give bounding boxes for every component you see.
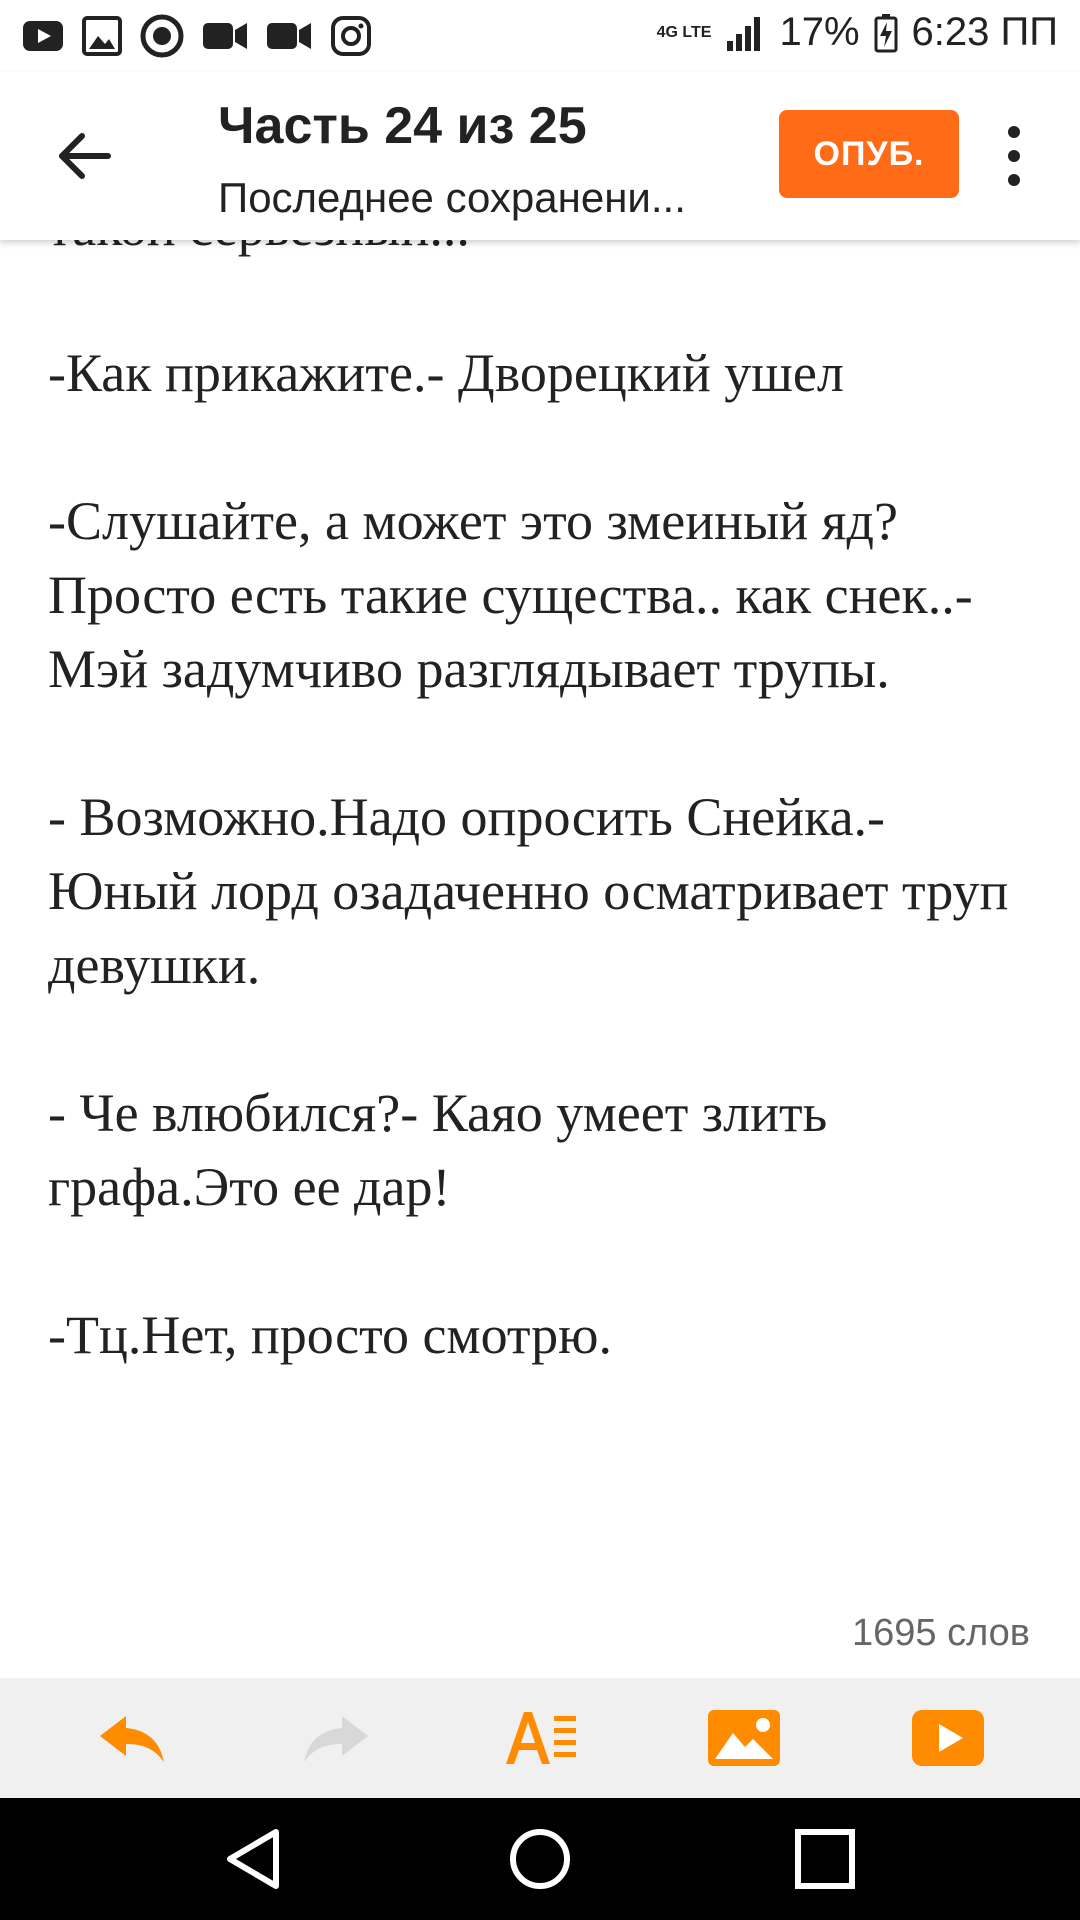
network-type: 4G LTE: [656, 23, 712, 41]
recents-square-icon: [795, 1829, 855, 1889]
story-paragraph[interactable]: -Как прикажите.- Дворецкий ушел: [48, 336, 1038, 410]
editor-toolbar: [0, 1678, 1080, 1798]
nav-back-button[interactable]: [220, 1824, 290, 1894]
arrow-left-icon: [59, 133, 111, 179]
insert-video-button[interactable]: [910, 1706, 986, 1770]
more-options-button[interactable]: [998, 120, 1030, 192]
undo-icon: [100, 1716, 164, 1762]
home-circle-icon: [510, 1829, 570, 1889]
text-format-icon: [506, 1712, 576, 1764]
story-paragraph[interactable]: -Слушайте, а может это змеиный яд?Просто…: [48, 484, 1038, 706]
app-bar: Часть 24 из 25 Последнее сохранени... ОП…: [0, 72, 1080, 240]
save-status: Последнее сохранени...: [218, 174, 686, 221]
signal-icon: [727, 16, 761, 51]
redo-button[interactable]: [298, 1706, 374, 1770]
back-button[interactable]: [52, 124, 116, 188]
insert-image-icon: [708, 1710, 780, 1766]
undo-button[interactable]: [94, 1706, 170, 1770]
publish-button[interactable]: ОПУБ.: [779, 110, 959, 198]
notification-icons: [22, 14, 372, 58]
battery-charging-icon: [874, 13, 898, 52]
story-paragraph[interactable]: - Че влюбился?- Каяо умеет злить графа.Э…: [48, 1076, 1038, 1224]
status-bar: 4G LTE 17% 6:23 ПП: [0, 0, 1080, 72]
part-title: Часть 24 из 25: [218, 97, 587, 155]
clock: 6:23 ПП: [911, 10, 1058, 54]
back-triangle-icon: [227, 1829, 279, 1889]
word-count: 1695 слов: [851, 1612, 1030, 1654]
nav-home-button[interactable]: [505, 1824, 575, 1894]
text-format-button[interactable]: [502, 1706, 578, 1770]
youtube-icon: [23, 21, 63, 51]
insert-image-button[interactable]: [706, 1706, 782, 1770]
system-nav-bar: [0, 1798, 1080, 1920]
camera-shutter-icon: [140, 14, 184, 58]
nav-recents-button[interactable]: [790, 1824, 860, 1894]
video-icon: [203, 23, 247, 49]
story-editor[interactable]: такой серьезный... -Как прикажите.- Двор…: [0, 240, 1080, 1678]
story-paragraph[interactable]: такой серьезный...: [48, 240, 1038, 264]
video-icon: [267, 23, 311, 49]
more-vertical-icon: [1008, 126, 1020, 186]
battery-percent: 17%: [779, 10, 860, 54]
story-paragraph[interactable]: -Тц.Нет, просто смотрю.: [48, 1298, 1038, 1372]
gallery-icon: [82, 16, 122, 56]
insert-video-icon: [912, 1710, 984, 1766]
story-paragraph[interactable]: - Возможно.Надо опросить Снейка.- Юный л…: [48, 780, 1038, 1002]
instagram-icon: [331, 16, 371, 56]
redo-icon: [304, 1716, 368, 1762]
